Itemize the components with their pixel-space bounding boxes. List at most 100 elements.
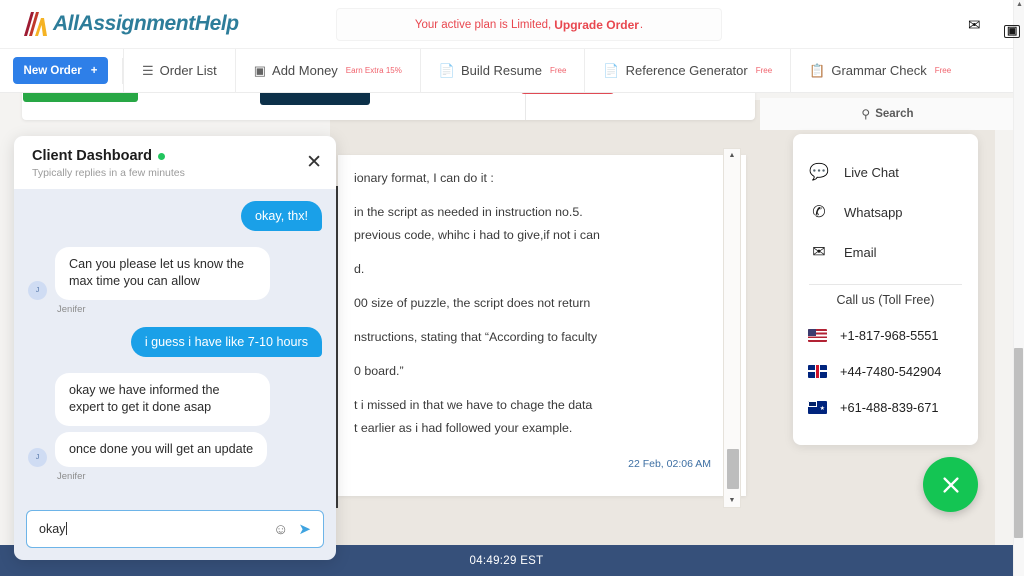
- scroll-thumb[interactable]: [727, 449, 739, 489]
- divider: [809, 284, 962, 285]
- chat-title-row: Client Dashboard: [32, 148, 320, 164]
- contact-option-email[interactable]: ✉ Email: [793, 232, 978, 272]
- account-balance[interactable]: ▣ $ 2.00: [1004, 16, 1024, 46]
- chat-footer: okay ☺ ➤: [14, 510, 336, 560]
- plan-banner: Your active plan is Limited, Upgrade Ord…: [336, 8, 722, 41]
- chat-message-outgoing: okay, thx!: [28, 201, 322, 231]
- nav-label: Build Resume: [461, 63, 542, 78]
- scroll-down-icon[interactable]: ▼: [724, 494, 740, 507]
- money-icon: ▣: [253, 62, 267, 78]
- brand-logo[interactable]: AllAssignmentHelp: [20, 10, 239, 38]
- top-header: AllAssignmentHelp Your active plan is Li…: [0, 0, 1021, 49]
- clock: 04:49:29 EST: [469, 554, 544, 567]
- nav-item-build-resume[interactable]: 📄 Build Resume Free: [419, 48, 585, 93]
- message-bubble: okay, thx!: [241, 201, 322, 231]
- close-icon[interactable]: ✕: [306, 153, 322, 172]
- plan-period: .: [639, 18, 644, 31]
- logo-text: AllAssignmentHelp: [53, 12, 239, 35]
- message-bubble: i guess i have like 7-10 hours: [130, 326, 322, 357]
- online-status-icon: [158, 152, 166, 160]
- nav-label: Reference Generator: [625, 63, 748, 78]
- plan-text: Your active plan is Limited,: [414, 18, 552, 31]
- chat-title: Client Dashboard: [32, 148, 153, 164]
- upgrade-order-link[interactable]: Upgrade Order: [554, 18, 639, 32]
- send-icon[interactable]: ➤: [298, 520, 311, 538]
- contact-panel: 💬 Live Chat ✆ Whatsapp ✉ Email Call us (…: [793, 134, 978, 445]
- document-icon: 📄: [603, 62, 620, 78]
- nav-badge: Earn Extra 15%: [345, 66, 402, 75]
- app-root: ⚲ Search AllAssignmentHelp Your active p…: [0, 0, 1024, 576]
- search-label: Search: [875, 108, 914, 120]
- message-bubble: okay we have informed the expert to get …: [55, 372, 270, 426]
- chat-messages: okay, thx! J Can you please let us know …: [14, 189, 336, 510]
- uk-flag-icon: [808, 364, 827, 378]
- resume-icon: 📄: [438, 62, 456, 78]
- nav-label: Grammar Check: [831, 63, 927, 78]
- nav-item-grammar-check[interactable]: 📋 Grammar Check Free: [790, 48, 969, 93]
- message-timestamp: 22 Feb, 02:06 AM: [628, 458, 711, 470]
- message-line: 00 size of puzzle, the script does not r…: [354, 295, 591, 310]
- logo-mark-icon: [24, 12, 47, 36]
- chat-message-incoming: J Can you please let us know the max tim…: [28, 247, 322, 300]
- nav-label: Order List: [159, 63, 217, 78]
- scroll-up-icon[interactable]: ▲: [1016, 1, 1023, 8]
- nav-badge: Free: [549, 66, 567, 75]
- main-nav: New Order + ☰ Order List ▣ Add Money Ear…: [0, 48, 1013, 93]
- us-flag-icon: [808, 328, 827, 342]
- message-line: d.: [354, 261, 365, 276]
- page-scrollbar[interactable]: ▲: [1013, 0, 1024, 576]
- message-panel: ionary format, I can do it : in the scri…: [338, 155, 746, 496]
- chat-header: Client Dashboard Typically replies in a …: [14, 136, 336, 189]
- chat-bubbles-icon: 💬: [809, 164, 829, 181]
- message-sender: Jenifer: [57, 470, 86, 482]
- toll-free-label: Call us (Toll Free): [836, 293, 935, 307]
- message-bubble: Can you please let us know the max time …: [55, 247, 270, 300]
- chat-input-box[interactable]: okay ☺ ➤: [26, 510, 324, 548]
- money-icon: ▣: [1004, 24, 1021, 38]
- list-icon: ☰: [142, 62, 154, 78]
- nav-item-order-list[interactable]: ☰ Order List: [123, 48, 235, 93]
- nav-item-add-money[interactable]: ▣ Add Money Earn Extra 15%: [234, 48, 420, 93]
- message-bubble: once done you will get an update: [55, 431, 268, 467]
- au-flag-icon: [808, 400, 827, 414]
- message-line: previous code, whihc i had to give,if no…: [354, 227, 600, 242]
- avatar: J: [28, 280, 47, 300]
- new-order-button[interactable]: New Order +: [13, 57, 108, 84]
- phone-row-uk[interactable]: +44-7480-542904: [793, 353, 978, 389]
- new-order-label: New Order: [23, 64, 82, 77]
- contact-option-whatsapp[interactable]: ✆ Whatsapp: [793, 192, 978, 232]
- phone-row-au[interactable]: +61-488-839-671: [793, 389, 978, 425]
- plus-icon: +: [90, 64, 98, 77]
- nav-badge: Free: [755, 66, 773, 75]
- envelope-icon: ✉: [812, 244, 826, 261]
- checklist-icon: 📋: [809, 62, 826, 78]
- search-bar[interactable]: ⚲ Search: [760, 98, 1015, 130]
- phone-number: +1-817-968-5551: [840, 327, 939, 343]
- chat-input[interactable]: okay: [39, 522, 273, 536]
- contact-label: Whatsapp: [844, 204, 903, 220]
- whatsapp-icon: ✆: [812, 204, 826, 221]
- envelope-icon[interactable]: ✉: [968, 16, 981, 34]
- nav-item-reference-generator[interactable]: 📄 Reference Generator Free: [584, 48, 790, 93]
- close-contact-fab[interactable]: [923, 457, 978, 512]
- message-line: 0 board.”: [354, 363, 404, 378]
- phone-number: +44-7480-542904: [840, 363, 942, 379]
- message-body: ionary format, I can do it : in the scri…: [338, 155, 746, 439]
- message-sender: Jenifer: [57, 303, 86, 315]
- scroll-thumb[interactable]: [1014, 348, 1023, 538]
- search-icon: ⚲: [861, 107, 871, 121]
- message-line: t i missed in that we have to chage the …: [354, 397, 593, 412]
- message-line: in the script as needed in instruction n…: [354, 204, 583, 219]
- contact-option-live-chat[interactable]: 💬 Live Chat: [793, 152, 978, 192]
- close-icon: [942, 476, 959, 493]
- avatar: J: [28, 447, 47, 467]
- chat-message-incoming: J once done you will get an update: [28, 431, 322, 467]
- smiley-icon[interactable]: ☺: [273, 521, 288, 538]
- nav-badge: Free: [934, 66, 952, 75]
- nav-label: Add Money: [272, 63, 338, 78]
- phone-row-us[interactable]: +1-817-968-5551: [793, 317, 978, 353]
- scroll-up-icon[interactable]: ▲: [724, 149, 740, 162]
- message-line: ionary format, I can do it :: [354, 171, 494, 185]
- panel-scrollbar[interactable]: ▲ ▼: [723, 148, 741, 508]
- message-line: t earlier as i had followed your example…: [354, 420, 573, 435]
